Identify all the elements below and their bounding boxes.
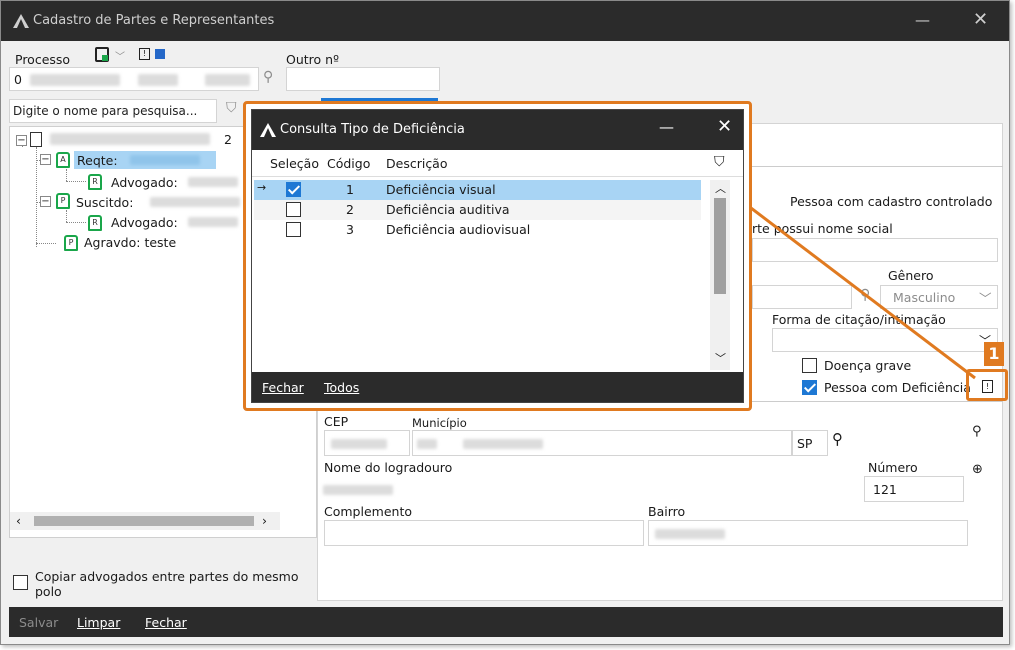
info-icon[interactable]: !: [139, 48, 150, 60]
bairro-label: Bairro: [648, 504, 686, 519]
numero-input[interactable]: 121: [864, 476, 964, 502]
row-checkbox[interactable]: [286, 202, 301, 217]
dialog-grid: Seleção Código Descrição ⛉ → 1 Deficiênc…: [252, 150, 743, 372]
dialog-close-button[interactable]: ✕: [717, 116, 732, 137]
genero-label: Gênero: [888, 268, 934, 283]
row-pointer-icon: →: [257, 181, 267, 194]
party-icon: P: [64, 235, 78, 251]
complemento-label: Complemento: [324, 504, 412, 519]
minimize-button[interactable]: —: [915, 11, 930, 29]
window-title: Cadastro de Partes e Representantes: [33, 13, 275, 28]
filter-icon[interactable]: ⛉: [714, 154, 725, 170]
complemento-input[interactable]: [324, 520, 644, 546]
logradouro-input[interactable]: [318, 476, 860, 502]
app-logo-icon: [13, 14, 29, 28]
copy-lawyers-label: Copiar advogados entre partes do mesmo p…: [35, 569, 299, 599]
dialog-fechar-button[interactable]: Fechar: [262, 380, 304, 395]
col-descricao[interactable]: Descrição: [386, 156, 448, 171]
chevron-down-icon: ﹀: [979, 291, 992, 306]
municipio-label: Município: [412, 416, 467, 430]
outro-numero-label: Outro nº: [286, 52, 339, 67]
dialog-title: Consulta Tipo de Deficiência: [280, 122, 465, 137]
nome-social-input[interactable]: [752, 238, 998, 262]
bairro-input[interactable]: [648, 520, 968, 546]
copy-lawyers-checkbox[interactable]: [13, 575, 28, 590]
doenca-grave-label: Doença grave: [824, 358, 912, 373]
table-row[interactable]: → 1 Deficiência visual: [254, 180, 701, 200]
filter-icon[interactable]: ⛉: [226, 100, 237, 116]
search-icon[interactable]: ⚲: [832, 430, 843, 448]
scroll-right-icon[interactable]: ›: [262, 513, 267, 528]
dialog-footer: Fechar Todos: [252, 372, 743, 402]
new-process-icon[interactable]: [95, 47, 109, 62]
chevron-down-icon[interactable]: ﹀: [115, 48, 125, 63]
forma-citacao-select[interactable]: ﹀: [772, 328, 998, 352]
bottom-toolbar: Salvar Limpar Fechar: [9, 607, 1003, 637]
genero-select[interactable]: Masculino ﹀: [880, 285, 998, 309]
uf-input[interactable]: SP: [792, 430, 828, 456]
doenca-grave-checkbox[interactable]: [802, 358, 817, 373]
tree-item-advogado[interactable]: Advogado:: [111, 215, 178, 230]
cep-input[interactable]: [324, 430, 410, 456]
lawyer-icon: R: [88, 174, 102, 190]
dialog-todos-button[interactable]: Todos: [324, 380, 359, 395]
app-logo-icon: [260, 123, 276, 137]
title-bar: Cadastro de Partes e Representantes — ✕: [1, 1, 1009, 41]
processo-input[interactable]: 0: [9, 67, 259, 91]
map-search-icon[interactable]: ⚲: [972, 424, 982, 439]
numero-label: Número: [868, 460, 918, 475]
scroll-left-icon[interactable]: ‹: [16, 513, 21, 528]
tree-item-suscitdo[interactable]: Suscitdo:: [76, 195, 133, 210]
forma-citacao-label: Forma de citação/intimação: [772, 312, 946, 327]
municipio-input[interactable]: [412, 430, 792, 456]
map-add-icon[interactable]: ⊕: [972, 462, 983, 477]
party-icon: P: [56, 193, 70, 209]
fechar-button[interactable]: Fechar: [145, 615, 187, 630]
row-checkbox[interactable]: [286, 182, 301, 197]
processo-label: Processo: [15, 52, 71, 67]
search-icon[interactable]: ⚲: [860, 287, 870, 303]
tree-item-reqte[interactable]: Reqte:: [74, 151, 216, 169]
tree-item-agravdo[interactable]: Agravdo: teste: [84, 235, 176, 250]
limpar-button[interactable]: Limpar: [77, 615, 120, 630]
collapse-icon[interactable]: −: [40, 154, 51, 165]
close-button[interactable]: ✕: [973, 9, 988, 30]
logradouro-label: Nome do logradouro: [324, 460, 453, 475]
party-icon: A: [56, 152, 70, 168]
collapse-icon[interactable]: −: [16, 135, 27, 146]
search-icon[interactable]: ⚲: [263, 69, 273, 85]
scroll-up-icon[interactable]: ︿: [715, 180, 726, 196]
name-input[interactable]: [752, 285, 852, 309]
cep-label: CEP: [324, 414, 349, 429]
consulta-deficiencia-dialog: Consulta Tipo de Deficiência — ✕ Seleção…: [251, 109, 744, 403]
table-row[interactable]: 3 Deficiência audiovisual: [254, 220, 701, 240]
search-field[interactable]: Digite o nome para pesquisa...: [9, 99, 217, 123]
col-codigo[interactable]: Código: [327, 156, 370, 171]
cadastro-controlado-label: Pessoa com cadastro controlado: [790, 194, 993, 209]
vertical-scrollbar[interactable]: ︿ ﹀: [710, 180, 730, 370]
scroll-thumb[interactable]: [34, 516, 254, 526]
annotation-badge: 1: [984, 342, 1004, 366]
pessoa-deficiencia-checkbox[interactable]: [802, 380, 817, 395]
dialog-highlight-frame: Consulta Tipo de Deficiência — ✕ Seleção…: [243, 101, 752, 411]
pessoa-deficiencia-label: Pessoa com Deficiência: [824, 380, 971, 395]
dialog-minimize-button[interactable]: —: [659, 118, 674, 136]
collapse-icon[interactable]: −: [40, 196, 51, 207]
scroll-down-icon[interactable]: ﹀: [715, 350, 726, 366]
document-icon: [30, 132, 42, 147]
scroll-thumb[interactable]: [714, 198, 726, 294]
outro-numero-input[interactable]: [286, 67, 440, 91]
horizontal-scrollbar[interactable]: ‹ ›: [10, 512, 280, 530]
salvar-button[interactable]: Salvar: [19, 615, 58, 630]
col-selecao[interactable]: Seleção: [270, 156, 319, 171]
color-square-icon[interactable]: [155, 49, 165, 59]
annotation-highlight: [966, 369, 1008, 401]
table-row[interactable]: 2 Deficiência auditiva: [254, 200, 701, 220]
nome-social-label: rte possui nome social: [752, 221, 893, 236]
row-checkbox[interactable]: [286, 222, 301, 237]
tree-item-advogado[interactable]: Advogado:: [111, 175, 178, 190]
lawyer-icon: R: [88, 215, 102, 231]
